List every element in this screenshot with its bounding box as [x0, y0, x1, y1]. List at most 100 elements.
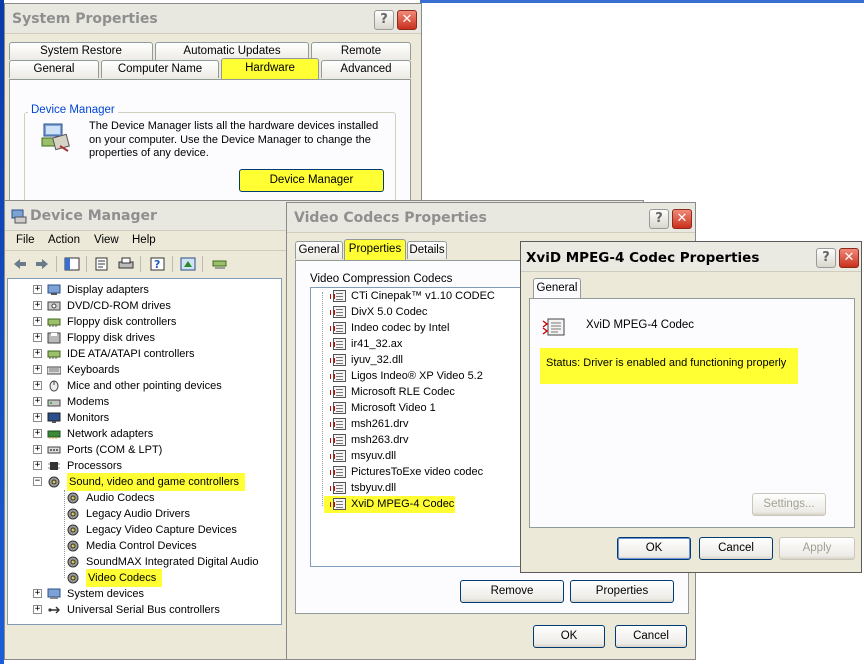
codec-tree-guide-line [322, 292, 323, 506]
update-driver-icon[interactable] [212, 257, 228, 271]
network-icon [47, 428, 61, 440]
ok-button[interactable]: OK [617, 537, 691, 560]
help-button[interactable]: ? [374, 10, 394, 30]
help-button[interactable]: ? [649, 209, 669, 229]
keyboard-icon [46, 364, 62, 376]
codec-list-item[interactable]: XviD MPEG-4 Codec [324, 496, 455, 513]
expand-icon[interactable]: + [33, 333, 42, 342]
expand-icon[interactable]: + [33, 285, 42, 294]
tree-item-label: Legacy Video Capture Devices [86, 524, 237, 536]
apply-button[interactable]: Apply [779, 537, 855, 560]
close-button[interactable]: ✕ [839, 248, 859, 268]
remove-button[interactable]: Remove [460, 580, 564, 603]
tree-subitem[interactable]: Legacy Video Capture Devices [30, 522, 282, 538]
menu-help[interactable]: Help [132, 234, 156, 246]
tree-category[interactable]: + DVD/CD-ROM drives [30, 298, 282, 314]
codec-label: Ligos Indeo® XP Video 5.2 [351, 370, 483, 382]
close-button[interactable]: ✕ [397, 10, 417, 30]
tree-subitem[interactable]: Media Control Devices [30, 538, 282, 554]
properties-button[interactable]: Properties [570, 580, 674, 603]
tree-subitem[interactable]: Audio Codecs [30, 490, 282, 506]
expand-icon[interactable]: + [33, 445, 42, 454]
menu-view[interactable]: View [94, 234, 119, 246]
tab-general[interactable]: General [295, 241, 343, 259]
system-properties-window: System Properties ? ✕ System Restore Aut… [4, 3, 422, 203]
menu-action[interactable]: Action [48, 234, 80, 246]
toolbar-separator [56, 256, 57, 272]
collapse-icon[interactable]: − [33, 477, 42, 486]
tab-general[interactable]: General [533, 278, 581, 299]
toolbar-separator [172, 256, 173, 272]
tree-category[interactable]: − Sound, video and game controllers [30, 473, 282, 491]
expand-icon[interactable]: + [33, 461, 42, 470]
properties-icon[interactable] [94, 257, 110, 271]
tree-subitem[interactable]: Legacy Audio Drivers [30, 506, 282, 522]
codec-label: msh263.drv [351, 434, 409, 446]
tree-item-label: Floppy disk controllers [67, 316, 177, 328]
tree-item-label: Media Control Devices [86, 540, 197, 552]
tree-subitem[interactable]: Video Codecs [30, 569, 282, 587]
monitor-icon [47, 412, 61, 424]
expand-icon[interactable]: + [33, 397, 42, 406]
tree-category[interactable]: + Floppy disk drives [30, 330, 282, 346]
tree-category[interactable]: + Universal Serial Bus controllers [30, 602, 282, 618]
codec-label: Microsoft RLE Codec [351, 386, 455, 398]
tree-guide-line [64, 490, 65, 578]
expand-icon[interactable]: + [33, 301, 42, 310]
expand-icon[interactable]: + [33, 429, 42, 438]
system-properties-titlebar: System Properties ? ✕ [5, 4, 421, 34]
expand-icon[interactable]: + [33, 605, 42, 614]
tree-category[interactable]: + Modems [30, 394, 282, 410]
tab-general[interactable]: General [9, 60, 99, 78]
desktop-strip [420, 0, 864, 3]
codec-list-label: Video Compression Codecs [310, 273, 453, 285]
codec-icon [330, 322, 346, 334]
tree-category[interactable]: + Display adapters [30, 282, 282, 298]
settings-button[interactable]: Settings... [752, 493, 826, 516]
tree-item-label: Sound, video and game controllers [67, 473, 245, 491]
scan-hardware-icon[interactable] [180, 257, 196, 271]
console-tree-icon[interactable] [64, 257, 80, 271]
tree-subitem[interactable]: SoundMAX Integrated Digital Audio [30, 554, 282, 570]
tab-system-restore[interactable]: System Restore [9, 42, 153, 60]
codec-icon [330, 466, 346, 478]
expand-icon[interactable]: + [33, 589, 42, 598]
device-manager-button[interactable]: Device Manager [239, 169, 384, 192]
close-button[interactable]: ✕ [672, 209, 692, 229]
tree-category[interactable]: + Keyboards [30, 362, 282, 378]
back-arrow-icon[interactable] [12, 257, 28, 271]
tree-category[interactable]: + Monitors [30, 410, 282, 426]
tree-item-label: Ports (COM & LPT) [67, 444, 163, 456]
tab-advanced[interactable]: Advanced [321, 60, 411, 78]
print-icon[interactable] [118, 257, 134, 271]
forward-arrow-icon[interactable] [34, 257, 50, 271]
codec-icon [330, 290, 346, 302]
tab-hardware[interactable]: Hardware [221, 58, 319, 80]
expand-icon[interactable]: + [33, 413, 42, 422]
cancel-button[interactable]: Cancel [615, 625, 687, 648]
ok-button[interactable]: OK [533, 625, 605, 648]
display-icon [47, 284, 61, 296]
help-icon[interactable]: ? [150, 257, 166, 271]
tree-category[interactable]: + Ports (COM & LPT) [30, 442, 282, 458]
expand-icon[interactable]: + [33, 317, 42, 326]
tree-category[interactable]: + Processors [30, 458, 282, 474]
expand-icon[interactable]: + [33, 349, 42, 358]
tab-properties[interactable]: Properties [344, 239, 406, 261]
menu-file[interactable]: File [16, 234, 35, 246]
help-button[interactable]: ? [816, 248, 836, 268]
tree-category[interactable]: + IDE ATA/ATAPI controllers [30, 346, 282, 362]
sound-icon [66, 492, 80, 504]
toolbar-separator [140, 256, 141, 272]
tree-category[interactable]: + Mice and other pointing devices [30, 378, 282, 394]
cancel-button[interactable]: Cancel [699, 537, 773, 560]
tab-computer-name[interactable]: Computer Name [101, 60, 219, 78]
expand-icon[interactable]: + [33, 365, 42, 374]
expand-icon[interactable]: + [33, 381, 42, 390]
tab-details[interactable]: Details [407, 241, 447, 259]
sound-icon [66, 556, 80, 568]
tree-category[interactable]: + Network adapters [30, 426, 282, 442]
tree-category[interactable]: + Floppy disk controllers [30, 314, 282, 330]
tab-remote[interactable]: Remote [311, 42, 411, 60]
tree-category[interactable]: + System devices [30, 586, 282, 602]
